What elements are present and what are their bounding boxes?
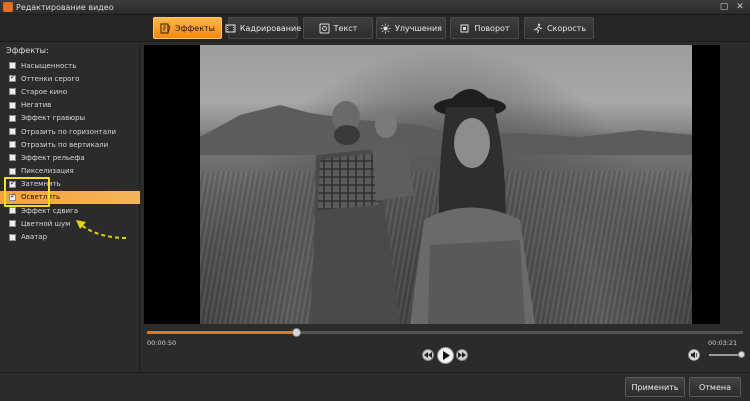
effect-checkbox[interactable] [9,128,16,136]
cancel-button[interactable]: Отмена [689,377,741,397]
video-scene-illustration [200,89,692,324]
toolbar: Эффекты Кадрирование Текст Улучшения Пов… [0,15,750,42]
total-time: 00:03:21 [708,339,738,347]
effect-label: Отразить по вертикали [21,140,109,149]
rewind-button[interactable] [422,349,434,361]
tab-label: Поворот [474,23,510,33]
effect-item-emboss[interactable]: Эффект рельефа [0,151,140,164]
effects-panel-title: Эффекты: [6,46,49,55]
title-bar: Редактирование видео ▢ ✕ [0,0,750,15]
effect-checkbox[interactable] [9,154,16,162]
effect-label: Насыщенность [21,61,77,70]
effect-label: Оттенки серого [21,74,80,83]
maximize-button[interactable]: ▢ [717,1,731,13]
timeline-slider[interactable] [147,328,743,337]
effect-checkbox[interactable] [9,62,16,70]
window-title: Редактирование видео [16,3,114,12]
tab-label: Кадрирование [239,23,302,33]
play-icon [442,351,450,360]
current-time: 00:00:50 [147,339,177,347]
tab-speed[interactable]: Скорость [524,17,594,39]
tab-rotate[interactable]: Поворот [450,17,519,39]
tab-label: Эффекты [175,23,215,33]
effect-label: Старое кино [21,87,68,96]
timeline-progress [147,331,296,334]
volume-thumb[interactable] [738,351,746,358]
effects-icon [160,23,171,34]
play-button[interactable] [437,347,454,364]
timeline-thumb[interactable] [292,328,301,337]
effect-item-pixelate[interactable]: Пикселизация [0,165,140,178]
effect-checkbox[interactable] [9,207,16,215]
volume-icon[interactable] [688,349,702,361]
text-icon [319,23,330,34]
effect-label: Аватар [21,233,48,242]
crop-film-icon [225,23,236,34]
effect-item-grayscale[interactable]: Оттенки серого [0,72,140,85]
effect-item-flip-vertical[interactable]: Отразить по вертикали [0,138,140,151]
effect-label: Цветной шум [21,219,71,228]
effect-checkbox[interactable] [9,114,16,122]
effect-item-saturation[interactable]: Насыщенность [0,59,140,72]
effect-label: Пикселизация [21,167,74,176]
effect-item-engraving[interactable]: Эффект гравюры [0,112,140,125]
rewind-icon [424,352,432,358]
sun-icon [380,23,391,34]
effect-label: Эффект гравюры [21,114,86,123]
annotation-arrow-icon [76,220,127,239]
apply-button[interactable]: Применить [625,377,685,397]
effects-panel: Эффекты: Насыщенность Оттенки серого Ста… [0,42,140,372]
tab-text[interactable]: Текст [303,17,373,39]
effect-checkbox[interactable] [9,88,16,96]
video-frame [200,45,692,324]
effect-item-flip-horizontal[interactable]: Отразить по горизонтали [0,125,140,138]
tab-enhancements[interactable]: Улучшения [376,17,446,39]
close-button[interactable]: ✕ [733,1,747,13]
effect-checkbox[interactable] [9,101,16,109]
rotate-icon [459,23,470,34]
runner-icon [532,23,543,34]
volume-slider[interactable] [709,351,746,358]
effect-checkbox[interactable] [9,141,16,149]
effect-label: Эффект рельефа [21,153,85,162]
effect-item-negative[interactable]: Негатив [0,99,140,112]
effect-checkbox[interactable] [9,233,16,241]
video-preview [144,45,720,324]
tab-label: Текст [333,23,358,33]
tab-label: Улучшения [395,23,442,33]
effect-checkbox[interactable] [9,167,16,175]
fast-forward-button[interactable] [456,349,468,361]
effect-item-old-film[interactable]: Старое кино [0,85,140,98]
effect-label: Негатив [21,101,52,110]
annotation-highlight-box [4,177,50,207]
tab-label: Скорость [546,23,587,33]
effect-checkbox[interactable] [9,73,16,83]
tab-crop[interactable]: Кадрирование [225,17,302,39]
tab-effects[interactable]: Эффекты [153,17,222,39]
effect-checkbox[interactable] [9,220,16,228]
fast-forward-icon [458,352,466,358]
effect-label: Отразить по горизонтали [21,127,117,136]
footer-divider [0,372,750,373]
app-icon [3,2,13,12]
